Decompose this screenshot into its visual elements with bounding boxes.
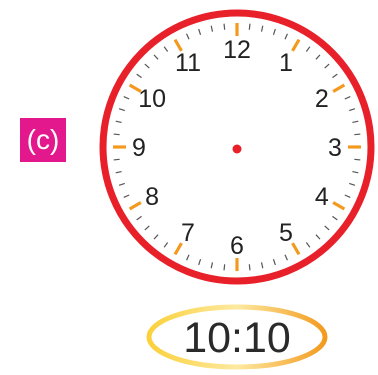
digital-time: 10:10	[183, 314, 291, 362]
clock-numeral: 9	[132, 134, 146, 162]
clock-numeral: 11	[175, 49, 201, 77]
minute-tick	[223, 23, 226, 30]
minute-tick	[354, 158, 361, 161]
clock-numeral: 10	[138, 85, 166, 113]
clock-numeral: 7	[181, 219, 195, 247]
clock-numeral: 1	[279, 49, 293, 77]
clock-numeral: 2	[315, 85, 329, 113]
minute-tick	[354, 133, 361, 136]
clock-numeral: 3	[328, 134, 342, 162]
minute-tick	[248, 23, 251, 30]
clock-numeral: 8	[145, 183, 159, 211]
center-dot	[232, 144, 242, 154]
minute-tick	[223, 264, 226, 271]
minute-tick	[248, 264, 251, 271]
minute-tick	[113, 158, 120, 161]
clock-face: 12 12 3 45 6 78 9 10 11 10:10	[99, 9, 375, 370]
minute-tick	[113, 133, 120, 136]
clock-numeral: 5	[279, 219, 293, 247]
clock-numeral: 6	[230, 232, 244, 260]
clock-numeral: 4	[315, 183, 329, 211]
clock-numeral: 12	[223, 36, 251, 64]
clock-exercise: (c) 12 1 2 3 4 5 6 7 8 9 10 11 10:10	[0, 0, 378, 375]
